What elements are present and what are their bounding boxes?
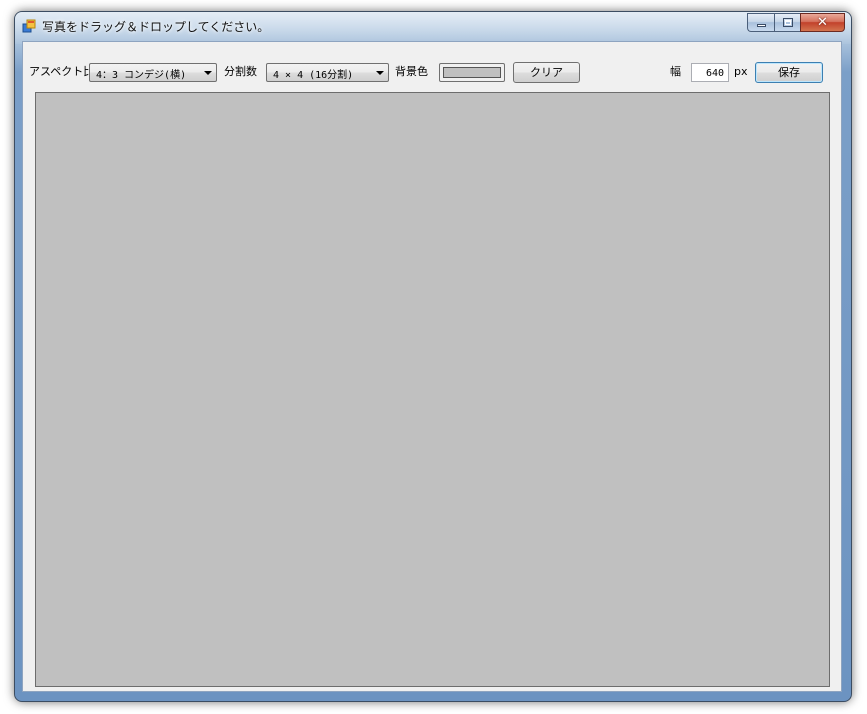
save-button[interactable]: 保存: [755, 62, 823, 83]
divisions-label: 分割数: [224, 65, 257, 78]
minimize-icon: [757, 24, 766, 27]
chevron-down-icon: [204, 71, 212, 75]
photo-drop-canvas[interactable]: [35, 92, 830, 687]
maximize-icon: [783, 18, 793, 27]
aspect-ratio-select[interactable]: 4：3 コンデジ(横): [89, 63, 217, 82]
background-color-label: 背景色: [395, 65, 428, 78]
close-icon: ✕: [817, 15, 828, 30]
chevron-down-icon: [376, 71, 384, 75]
close-button[interactable]: ✕: [800, 13, 845, 32]
maximize-button[interactable]: [774, 13, 800, 32]
background-color-swatch: [443, 67, 501, 78]
background-color-button[interactable]: [439, 63, 505, 82]
width-input[interactable]: [691, 63, 729, 82]
aspect-ratio-value: 4：3 コンデジ(横): [96, 70, 187, 81]
divisions-select[interactable]: 4 × 4 (16分割): [266, 63, 389, 82]
minimize-button[interactable]: [747, 13, 774, 32]
client-area: アスペクト比 4：3 コンデジ(横) 分割数 4 × 4 (16分割) 背景色 …: [22, 41, 842, 692]
app-window: 写真をドラッグ＆ドロップしてください。 ✕ アスペクト比 4：3 コンデジ(横)…: [14, 11, 852, 702]
width-unit-label: px: [734, 65, 748, 78]
divisions-value: 4 × 4 (16分割): [273, 70, 354, 81]
caption-buttons: ✕: [747, 13, 845, 32]
aspect-ratio-label: アスペクト比: [29, 65, 95, 78]
width-label: 幅: [670, 65, 681, 78]
title-bar[interactable]: 写真をドラッグ＆ドロップしてください。 ✕: [15, 12, 851, 40]
app-window-icon: [22, 19, 36, 33]
window-title: 写真をドラッグ＆ドロップしてください。: [42, 20, 270, 34]
clear-button[interactable]: クリア: [513, 62, 580, 83]
